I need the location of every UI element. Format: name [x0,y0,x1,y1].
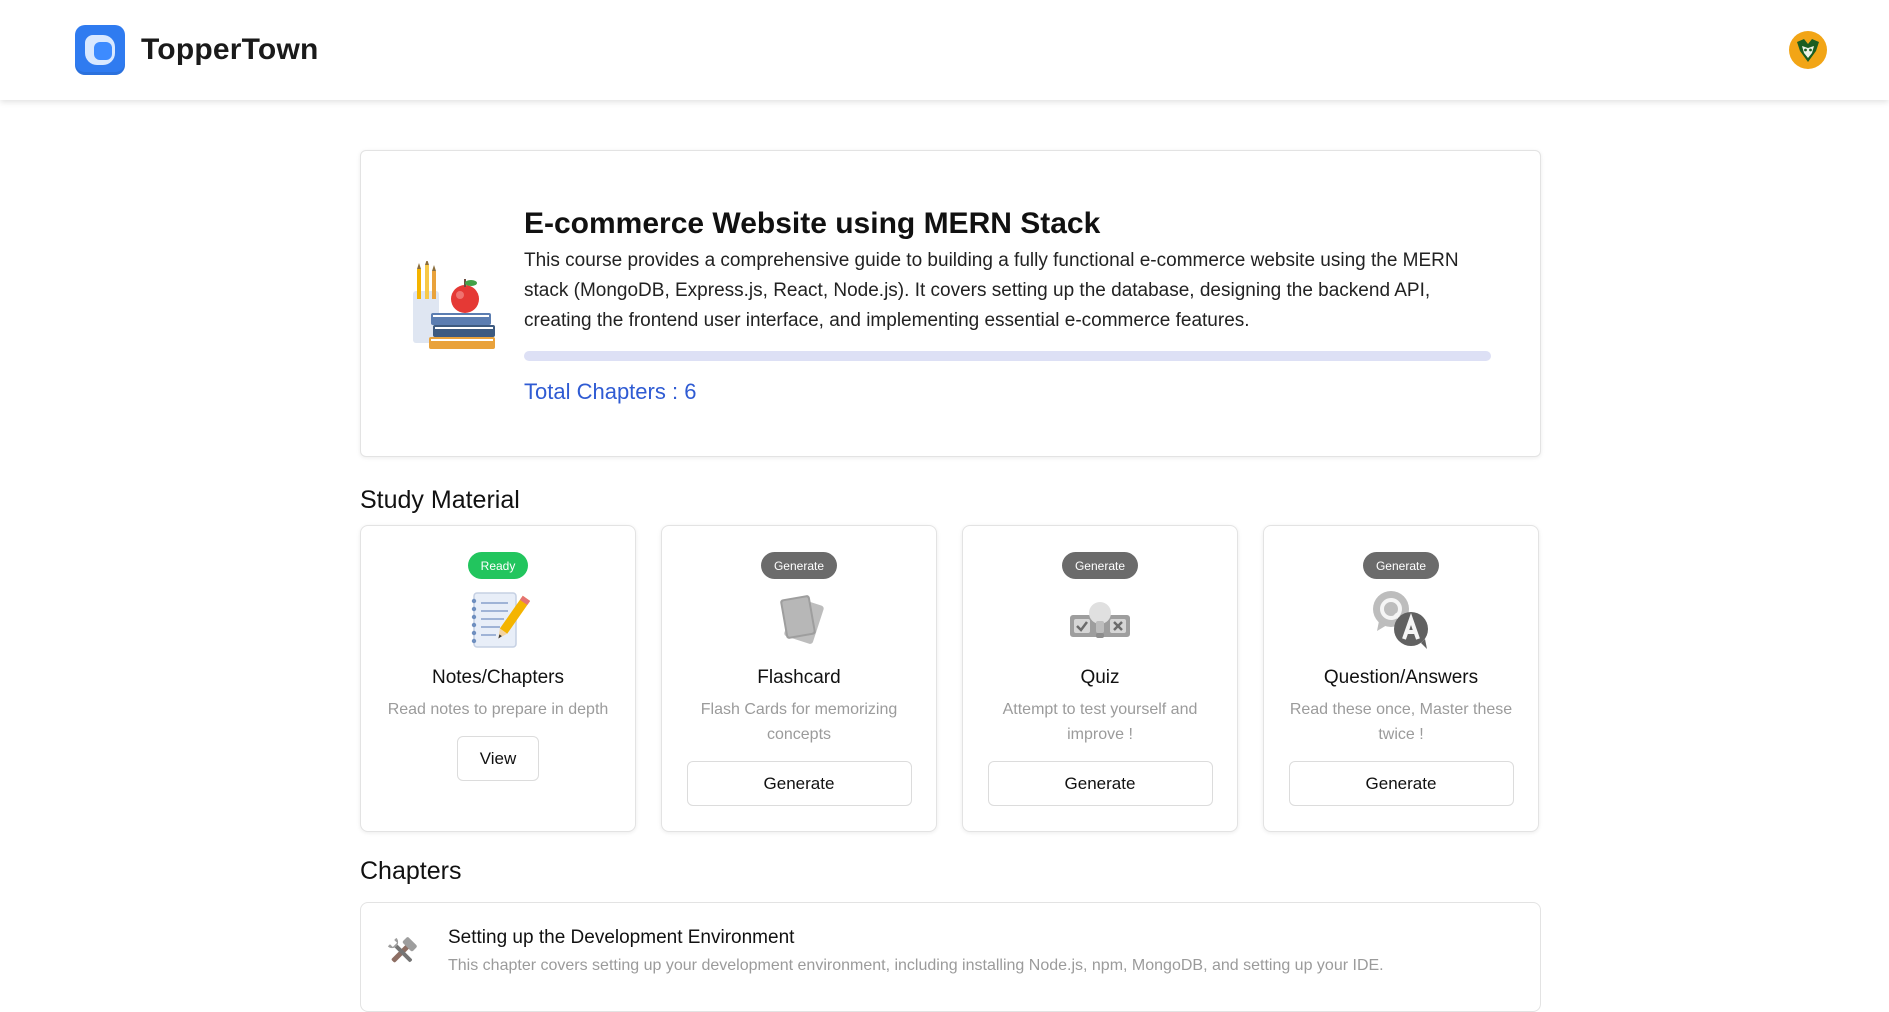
material-title: Quiz [1080,667,1120,688]
course-description: This course provides a comprehensive gui… [524,250,1459,331]
chapter-title: Setting up the Development Environment [448,927,795,948]
main-content: E-commerce Website using MERN Stack This… [360,150,1541,1012]
chapters-heading: Chapters [360,857,462,885]
status-badge: Generate [1362,552,1440,579]
books-apple-illustration [413,261,495,349]
material-title: Notes/Chapters [431,667,564,688]
material-card-flashcard: Generate Flashcard Flash Cards for memor… [661,525,937,832]
notepad-icon [471,592,530,648]
user-avatar[interactable] [1789,31,1827,69]
brand-name: TopperTown [141,33,319,66]
top-header: TopperTown [0,0,1889,100]
material-description: Attempt to test yourself and improve ! [1002,701,1198,743]
course-title: E-commerce Website using MERN Stack [524,207,1101,240]
material-description: Read these once, Master these twice ! [1289,701,1513,743]
study-material-heading: Study Material [360,486,520,514]
chapter-description: This chapter covers setting up your deve… [448,957,1384,974]
material-card-notes: Ready Notes/Chapters Read notes to prepa… [360,525,636,832]
status-badge: Generate [1061,552,1139,579]
brand[interactable]: TopperTown [75,25,319,75]
course-overview-card: E-commerce Website using MERN Stack This… [360,150,1541,457]
status-badge: Ready [467,552,529,579]
material-description: Flash Cards for memorizing concepts [700,701,898,743]
qa-icon [1373,591,1428,649]
material-card-qa: Generate Question/Answers Read these onc… [1263,525,1539,832]
generate-qa-button[interactable]: Generate [1288,761,1514,806]
app-logo-icon [75,25,125,75]
course-progress-bar [524,351,1491,361]
total-chapters-label: Total Chapters : 6 [524,379,697,404]
material-card-quiz: Generate Quiz Attempt to test yourself a… [962,525,1238,832]
generate-flashcard-button[interactable]: Generate [686,761,912,806]
quiz-icon [1070,602,1130,638]
generate-quiz-button[interactable]: Generate [987,761,1213,806]
tools-icon [387,937,417,963]
chapter-item[interactable]: Setting up the Development Environment T… [360,902,1541,1012]
material-description: Read notes to prepare in depth [387,701,609,718]
material-title: Question/Answers [1323,667,1479,688]
view-notes-button[interactable]: View [457,736,539,781]
flashcard-icon [780,595,824,644]
material-title: Flashcard [757,667,841,688]
status-badge: Generate [760,552,838,579]
avatar-icon [1797,39,1819,62]
study-material-list: Ready Notes/Chapters Read notes to prepa… [360,525,1541,832]
